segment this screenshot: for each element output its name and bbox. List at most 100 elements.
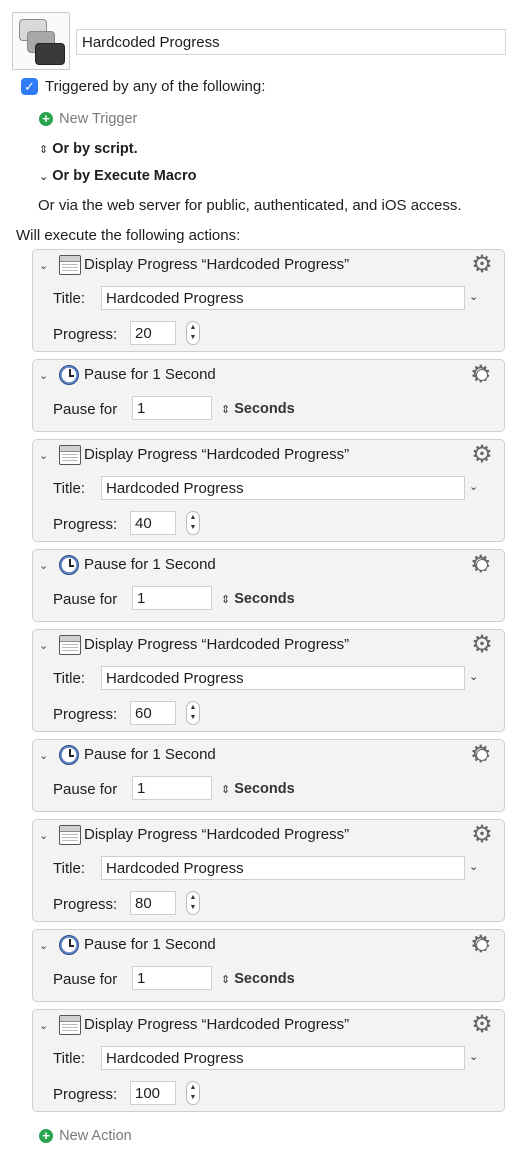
- gear-icon[interactable]: ⚙: [470, 253, 494, 277]
- title-label: Title:: [53, 670, 85, 687]
- updown-chevron-icon: ⇕: [221, 784, 231, 796]
- action-display-progress[interactable]: ⌄ Display Progress “Hardcoded Progress” ⚙ T…: [32, 819, 505, 922]
- disclosure-chevron-icon[interactable]: ⌄: [39, 1019, 48, 1032]
- action-title: Display Progress “Hardcoded Progress”: [84, 636, 350, 653]
- action-display-progress[interactable]: ⌄ Display Progress “Hardcoded Progress” ⚙ T…: [32, 1009, 505, 1112]
- disclosure-chevron-icon[interactable]: ⌄: [39, 829, 48, 842]
- title-field[interactable]: Hardcoded Progress: [101, 476, 465, 500]
- pause-for-label: Pause for: [53, 591, 118, 608]
- triggered-label: Triggered by any of the following:: [45, 78, 266, 95]
- title-label: Title:: [53, 860, 85, 877]
- macro-icon[interactable]: [12, 12, 70, 70]
- or-by-execute-macro-row[interactable]: ⌄ Or by Execute Macro: [39, 168, 197, 184]
- progress-stepper[interactable]: ▲ ▼: [186, 321, 200, 345]
- disclosure-chevron-icon[interactable]: ⌄: [39, 939, 48, 952]
- pause-for-label: Pause for: [53, 781, 118, 798]
- progress-label: Progress:: [53, 516, 118, 533]
- title-field[interactable]: Hardcoded Progress: [101, 856, 465, 880]
- progress-label: Progress:: [53, 326, 118, 343]
- gear-icon[interactable]: ⚙: [470, 1013, 494, 1037]
- updown-chevron-icon: ⇕: [221, 974, 231, 986]
- seconds-popup[interactable]: ⇕ Seconds: [221, 401, 295, 417]
- pause-duration-field[interactable]: 1: [132, 396, 212, 420]
- or-by-script-row[interactable]: ⇕ Or by script.: [39, 141, 138, 157]
- progress-stepper[interactable]: ▲ ▼: [186, 701, 200, 725]
- window-icon: [59, 1015, 81, 1035]
- title-field[interactable]: Hardcoded Progress: [101, 666, 465, 690]
- pause-duration-field[interactable]: 1: [132, 586, 212, 610]
- disclosure-chevron-icon[interactable]: ⌄: [39, 449, 48, 462]
- seconds-popup[interactable]: ⇕ Seconds: [221, 781, 295, 797]
- macro-name-field[interactable]: Hardcoded Progress: [76, 29, 506, 55]
- gear-clock-icon[interactable]: ⚙: [470, 553, 494, 577]
- updown-chevron-icon: ⇕: [221, 594, 231, 606]
- disclosure-chevron-icon[interactable]: ⌄: [39, 749, 48, 762]
- gear-clock-icon[interactable]: ⚙: [470, 933, 494, 957]
- seconds-popup[interactable]: ⇕ Seconds: [221, 971, 295, 987]
- disclosure-chevron-icon[interactable]: ⌄: [39, 639, 48, 652]
- updown-chevron-icon: ⇕: [221, 404, 231, 416]
- new-action-button[interactable]: + New Action: [39, 1127, 132, 1144]
- action-title: Pause for 1 Second: [84, 556, 216, 573]
- clock-icon: [59, 745, 79, 765]
- action-display-progress[interactable]: ⌄ Display Progress “Hardcoded Progress” ⚙ T…: [32, 249, 505, 352]
- action-title: Pause for 1 Second: [84, 366, 216, 383]
- seconds-popup[interactable]: ⇕ Seconds: [221, 591, 295, 607]
- title-label: Title:: [53, 480, 85, 497]
- progress-label: Progress:: [53, 706, 118, 723]
- action-pause[interactable]: ⌄ Pause for 1 Second ⚙ Pause for 1 ⇕Seconds: [32, 929, 505, 1002]
- action-title: Display Progress “Hardcoded Progress”: [84, 826, 350, 843]
- window-icon: [59, 825, 81, 845]
- disclosure-chevron-icon[interactable]: ⌄: [39, 259, 48, 272]
- disclosure-chevron-icon[interactable]: ⌄: [39, 559, 48, 572]
- action-title: Display Progress “Hardcoded Progress”: [84, 1016, 350, 1033]
- progress-stepper[interactable]: ▲ ▼: [186, 1081, 200, 1105]
- progress-field[interactable]: 40: [130, 511, 176, 535]
- gear-clock-icon[interactable]: ⚙: [470, 743, 494, 767]
- action-pause[interactable]: ⌄ Pause for 1 Second ⚙ Pause for 1 ⇕Seconds: [32, 739, 505, 812]
- action-pause[interactable]: ⌄ Pause for 1 Second ⚙ Pause for 1 ⇕Seconds: [32, 549, 505, 622]
- progress-stepper[interactable]: ▲ ▼: [186, 511, 200, 535]
- progress-stepper[interactable]: ▲ ▼: [186, 891, 200, 915]
- action-title: Pause for 1 Second: [84, 936, 216, 953]
- gear-icon[interactable]: ⚙: [470, 823, 494, 847]
- gear-clock-icon[interactable]: ⚙: [470, 363, 494, 387]
- title-field[interactable]: Hardcoded Progress: [101, 1046, 465, 1070]
- pause-duration-field[interactable]: 1: [132, 776, 212, 800]
- progress-field[interactable]: 20: [130, 321, 176, 345]
- action-title: Pause for 1 Second: [84, 746, 216, 763]
- progress-field[interactable]: 80: [130, 891, 176, 915]
- new-trigger-button[interactable]: + New Trigger: [39, 110, 137, 127]
- window-icon: [59, 635, 81, 655]
- web-server-note: Or via the web server for public, authen…: [38, 197, 462, 214]
- gear-icon[interactable]: ⚙: [470, 443, 494, 467]
- action-display-progress[interactable]: ⌄ Display Progress “Hardcoded Progress” ⚙ T…: [32, 439, 505, 542]
- updown-chevron-icon: ⇕: [39, 144, 49, 156]
- progress-label: Progress:: [53, 1086, 118, 1103]
- clock-icon: [59, 555, 79, 575]
- chevron-down-icon[interactable]: ⌄: [469, 480, 478, 493]
- progress-field[interactable]: 60: [130, 701, 176, 725]
- pause-for-label: Pause for: [53, 401, 118, 418]
- disclosure-chevron-icon[interactable]: ⌄: [39, 369, 48, 382]
- chevron-down-icon[interactable]: ⌄: [469, 860, 478, 873]
- action-pause[interactable]: ⌄ Pause for 1 Second ⚙ Pause for 1 ⇕Seconds: [32, 359, 505, 432]
- chevron-down-icon[interactable]: ⌄: [469, 670, 478, 683]
- action-title: Display Progress “Hardcoded Progress”: [84, 256, 350, 273]
- progress-label: Progress:: [53, 896, 118, 913]
- chevron-down-icon[interactable]: ⌄: [469, 1050, 478, 1063]
- pause-duration-field[interactable]: 1: [132, 966, 212, 990]
- add-icon: +: [39, 1129, 53, 1144]
- action-title: Display Progress “Hardcoded Progress”: [84, 446, 350, 463]
- action-display-progress[interactable]: ⌄ Display Progress “Hardcoded Progress” ⚙ T…: [32, 629, 505, 732]
- triggered-checkbox[interactable]: ✓: [21, 78, 38, 95]
- chevron-down-icon: ⌄: [39, 171, 49, 183]
- gear-icon[interactable]: ⚙: [470, 633, 494, 657]
- title-label: Title:: [53, 1050, 85, 1067]
- progress-field[interactable]: 100: [130, 1081, 176, 1105]
- actions-header: Will execute the following actions:: [16, 227, 241, 244]
- chevron-down-icon[interactable]: ⌄: [469, 290, 478, 303]
- add-icon: +: [39, 112, 53, 127]
- pause-for-label: Pause for: [53, 971, 118, 988]
- title-field[interactable]: Hardcoded Progress: [101, 286, 465, 310]
